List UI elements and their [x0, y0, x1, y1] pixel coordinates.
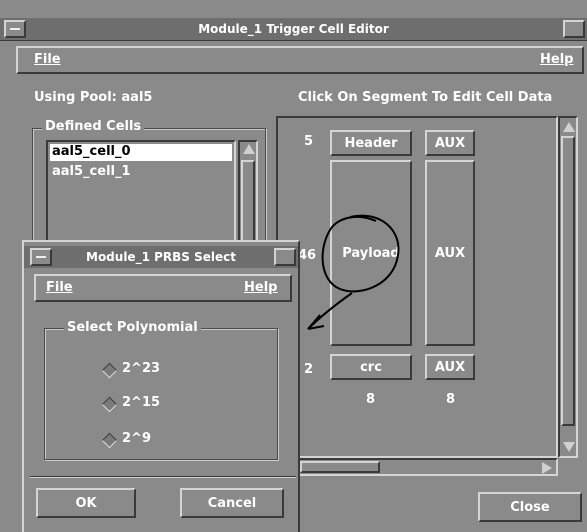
dialog-menu-file[interactable]: File — [46, 280, 73, 295]
radio-option-2-23[interactable]: 2^23 — [100, 360, 220, 380]
dialog-title: Module_1 PRBS Select — [86, 250, 236, 264]
close-label: Close — [510, 499, 550, 515]
dialog-menubar: File Help — [34, 274, 292, 302]
scroll-thumb[interactable] — [241, 160, 255, 250]
scroll-down-arrow-icon[interactable] — [563, 442, 575, 452]
menu-help[interactable]: Help — [540, 52, 573, 67]
payload-aux[interactable]: AUX — [425, 160, 475, 346]
radio-diamond-icon — [101, 362, 118, 379]
crc-aux-label: AUX — [434, 359, 466, 375]
crc-aux[interactable]: AUX — [425, 354, 475, 380]
segment-hscrollbar[interactable] — [276, 458, 558, 476]
crc-label: crc — [360, 359, 382, 375]
scroll-up-arrow-icon[interactable] — [243, 144, 255, 154]
scroll-thumb[interactable] — [300, 461, 380, 473]
segment-vscrollbar[interactable] — [558, 116, 578, 458]
payload-aux-label: AUX — [434, 245, 466, 261]
maximize-icon[interactable] — [274, 248, 296, 266]
ok-label: OK — [75, 495, 97, 511]
scroll-right-arrow-icon[interactable] — [542, 462, 552, 474]
header-aux-label: AUX — [434, 135, 466, 151]
radio-diamond-icon — [101, 396, 118, 413]
crc-segment[interactable]: crc — [330, 354, 412, 380]
menu-file[interactable]: File — [34, 52, 61, 67]
scroll-up-arrow-icon[interactable] — [563, 122, 575, 132]
main-menubar: File Help — [16, 46, 584, 74]
radio-label: 2^23 — [122, 361, 161, 376]
instruction-label: Click On Segment To Edit Cell Data — [298, 90, 553, 105]
radio-option-2-9[interactable]: 2^9 — [100, 430, 220, 450]
column-total: 8 — [446, 392, 456, 407]
cancel-button[interactable]: Cancel — [180, 488, 284, 518]
radio-option-2-15[interactable]: 2^15 — [100, 394, 220, 414]
defined-cells-legend: Defined Cells — [42, 119, 145, 134]
polynomial-legend: Select Polynomial — [64, 320, 201, 335]
crc-count: 2 — [304, 362, 314, 377]
dialog-menu-help[interactable]: Help — [244, 280, 277, 295]
header-segment[interactable]: Header — [330, 130, 412, 156]
main-titlebar[interactable]: Module_1 Trigger Cell Editor — [0, 18, 587, 41]
dialog-titlebar[interactable]: Module_1 PRBS Select — [24, 246, 298, 268]
radio-diamond-icon — [101, 432, 118, 449]
radio-label: 2^9 — [122, 431, 151, 446]
header-label: Header — [344, 135, 398, 151]
close-button[interactable]: Close — [478, 492, 582, 522]
ok-button[interactable]: OK — [36, 488, 136, 518]
pool-label: Using Pool: aal5 — [34, 90, 153, 105]
prbs-dialog: Module_1 PRBS Select File Help Select Po… — [22, 240, 300, 532]
annotation-circle-arrow — [307, 214, 400, 330]
list-item[interactable]: aal5_cell_0 — [50, 144, 232, 161]
main-title: Module_1 Trigger Cell Editor — [198, 22, 389, 36]
scroll-thumb[interactable] — [561, 136, 575, 426]
dialog-separator — [30, 476, 296, 478]
column-total: 8 — [366, 392, 376, 407]
list-item[interactable]: aal5_cell_1 — [50, 164, 232, 181]
radio-label: 2^15 — [122, 395, 161, 410]
header-aux[interactable]: AUX — [425, 130, 475, 156]
cancel-label: Cancel — [207, 495, 257, 511]
header-count: 5 — [304, 134, 314, 149]
maximize-icon[interactable] — [563, 20, 585, 38]
